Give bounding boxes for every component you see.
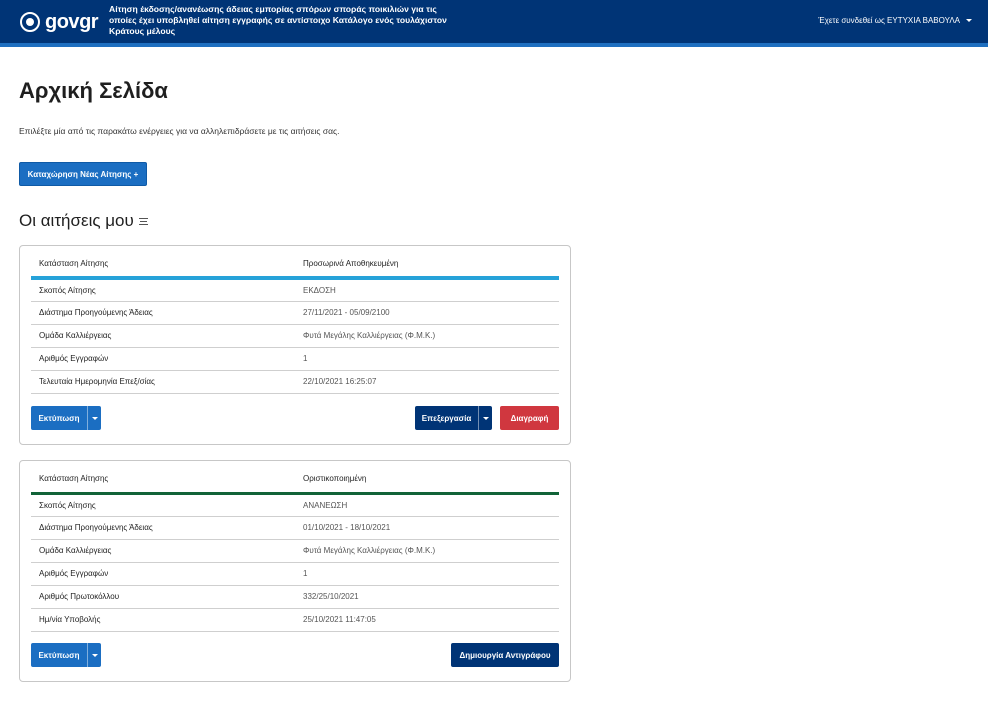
row-label: Σκοπός Αίτησης xyxy=(31,493,295,517)
row-label: Ομάδα Καλλιέργειας xyxy=(31,324,295,348)
row-value: ΑΝΑΝΕΩΣΗ xyxy=(295,493,559,517)
page-description: Επιλέξτε μία από τις παρακάτω ενέργειες … xyxy=(19,126,340,136)
caret-down-icon xyxy=(91,653,98,657)
row-label: Διάστημα Προηγούμενης Άδειας xyxy=(31,516,295,540)
row-label: Αριθμός Εγγραφών xyxy=(31,347,295,371)
caret-down-icon xyxy=(91,416,98,420)
user-label: Έχετε συνδεθεί ως ΕΥΤΥΧΙΑ ΒΑΒΟΥΛΑ xyxy=(818,16,960,25)
row-label: Σκοπός Αίτησης xyxy=(31,278,295,302)
table-row: Σκοπός Αίτησης ΑΝΑΝΕΩΣΗ xyxy=(31,493,559,517)
govgr-logo[interactable]: govgr xyxy=(20,10,99,34)
emblem-icon xyxy=(20,12,40,32)
row-value: 22/10/2021 16:25:07 xyxy=(295,370,559,394)
row-label: Τελευταία Ημερομηνία Επεξ/σίας xyxy=(31,370,295,394)
edit-button-label: Επεξεργασία xyxy=(421,413,472,423)
row-label: Ημ/νία Υποβολής xyxy=(31,608,295,632)
status-value: Οριστικοποιημένη xyxy=(295,466,559,495)
status-value: Προσωρινά Αποθηκευμένη xyxy=(295,251,559,280)
table-row: Αριθμός Εγγραφών 1 xyxy=(31,562,559,586)
print-button[interactable]: Εκτύπωση xyxy=(31,406,101,430)
create-copy-button-label: Δημιουργία Αντιγράφου xyxy=(459,650,551,660)
section-title-text: Οι αιτήσεις μου xyxy=(19,211,134,230)
application-card: Κατάσταση Αίτησης Προσωρινά Αποθηκευμένη… xyxy=(19,245,571,445)
application-card: Κατάσταση Αίτησης Οριστικοποιημένη Σκοπό… xyxy=(19,460,571,682)
delete-button-label: Διαγραφή xyxy=(510,413,549,423)
print-dropdown-toggle[interactable] xyxy=(87,643,101,667)
print-button-label: Εκτύπωση xyxy=(38,650,80,660)
row-value: 332/25/10/2021 xyxy=(295,585,559,609)
row-value: Φυτά Μεγάλης Καλλιέργειας (Φ.Μ.Κ.) xyxy=(295,324,559,348)
row-value: 1 xyxy=(295,347,559,371)
print-button-label: Εκτύπωση xyxy=(38,413,80,423)
table-row: Διάστημα Προηγούμενης Άδειας 27/11/2021 -… xyxy=(31,301,559,325)
application-details-table: Κατάσταση Αίτησης Οριστικοποιημένη Σκοπό… xyxy=(31,466,559,632)
top-header: govgr Αίτηση έκδοσης/ανανέωσης άδειας εμ… xyxy=(0,0,988,47)
print-button[interactable]: Εκτύπωση xyxy=(31,643,101,667)
table-row: Αριθμός Πρωτοκόλλου 332/25/10/2021 xyxy=(31,585,559,609)
user-menu[interactable]: Έχετε συνδεθεί ως ΕΥΤΥΧΙΑ ΒΑΒΟΥΛΑ xyxy=(818,16,972,25)
edit-dropdown-toggle[interactable] xyxy=(478,406,492,430)
status-label: Κατάσταση Αίτησης xyxy=(31,466,295,495)
my-applications-heading: Οι αιτήσεις μου xyxy=(19,211,148,231)
row-label: Διάστημα Προηγούμενης Άδειας xyxy=(31,301,295,325)
new-application-button[interactable]: Καταχώρηση Νέας Αίτησης + xyxy=(19,162,147,186)
table-row: Αριθμός Εγγραφών 1 xyxy=(31,347,559,371)
row-value: Φυτά Μεγάλης Καλλιέργειας (Φ.Μ.Κ.) xyxy=(295,539,559,563)
row-label: Αριθμός Πρωτοκόλλου xyxy=(31,585,295,609)
row-label: Ομάδα Καλλιέργειας xyxy=(31,539,295,563)
row-value: 25/10/2021 11:47:05 xyxy=(295,608,559,632)
print-dropdown-toggle[interactable] xyxy=(87,406,101,430)
status-row: Κατάσταση Αίτησης Προσωρινά Αποθηκευμένη xyxy=(31,251,559,280)
table-row: Σκοπός Αίτησης ΕΚΔΟΣΗ xyxy=(31,278,559,302)
row-label: Αριθμός Εγγραφών xyxy=(31,562,295,586)
create-copy-button[interactable]: Δημιουργία Αντιγράφου xyxy=(451,643,559,667)
status-label: Κατάσταση Αίτησης xyxy=(31,251,295,280)
table-row: Διάστημα Προηγούμενης Άδειας 01/10/2021 -… xyxy=(31,516,559,540)
delete-button[interactable]: Διαγραφή xyxy=(500,406,559,430)
service-title: Αίτηση έκδοσης/ανανέωσης άδειας εμπορίας… xyxy=(109,4,447,36)
table-row: Τελευταία Ημερομηνία Επεξ/σίας 22/10/2021… xyxy=(31,370,559,394)
caret-down-icon xyxy=(966,19,972,22)
table-row: Ομάδα Καλλιέργειας Φυτά Μεγάλης Καλλιέργε… xyxy=(31,324,559,348)
row-value: 01/10/2021 - 18/10/2021 xyxy=(295,516,559,540)
page-title: Αρχική Σελίδα xyxy=(19,78,168,103)
caret-down-icon xyxy=(482,416,489,420)
edit-button[interactable]: Επεξεργασία xyxy=(415,406,492,430)
row-value: 27/11/2021 - 05/09/2100 xyxy=(295,301,559,325)
filter-icon[interactable] xyxy=(138,217,148,225)
row-value: ΕΚΔΟΣΗ xyxy=(295,278,559,302)
table-row: Ομάδα Καλλιέργειας Φυτά Μεγάλης Καλλιέργε… xyxy=(31,539,559,563)
row-value: 1 xyxy=(295,562,559,586)
status-row: Κατάσταση Αίτησης Οριστικοποιημένη xyxy=(31,466,559,495)
application-details-table: Κατάσταση Αίτησης Προσωρινά Αποθηκευμένη… xyxy=(31,251,559,394)
table-row: Ημ/νία Υποβολής 25/10/2021 11:47:05 xyxy=(31,608,559,632)
logo-text: govgr xyxy=(45,10,99,33)
